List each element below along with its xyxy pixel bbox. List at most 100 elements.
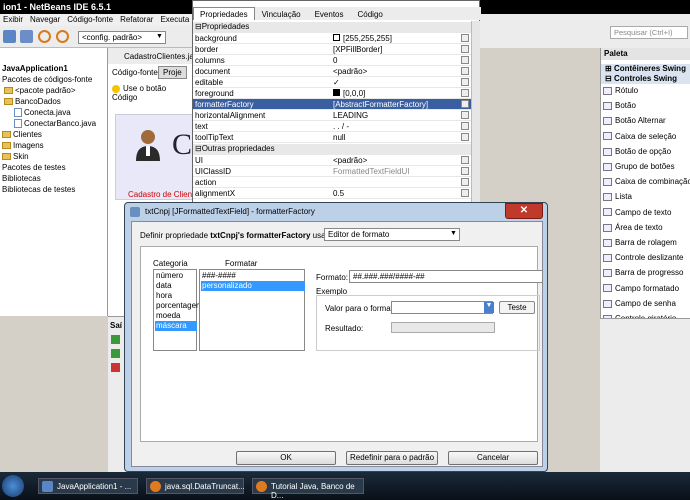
define-property-label: Definir propriedade txtCnpj's formatterF… [140,231,341,240]
list-item[interactable]: moeda [155,311,197,321]
output-tab[interactable]: Saí [110,321,122,330]
taskbar-item-netbeans[interactable]: JavaApplication1 - ... [38,478,138,494]
section-propriedades[interactable]: ⊟Propriedades [193,22,471,33]
tab-design[interactable]: Proje [158,66,187,79]
palette-item[interactable]: Campo formatado [603,284,690,296]
menu-navegar[interactable]: Navegar [30,15,60,25]
tab-vinculacao[interactable]: Vinculação [255,7,308,20]
taskbar-item-firefox-2[interactable]: Tutorial Java, Banco de D... [252,478,364,500]
redo-icon[interactable] [56,30,69,43]
palette-item[interactable]: Barra de progresso [603,268,690,280]
tree-test-libraries[interactable]: Bibliotecas de testes [2,185,75,196]
prop-row-selected[interactable]: formatterFactory [AbstractFormatterFactor… [193,99,471,110]
project-icon[interactable] [3,30,16,43]
search-input[interactable]: Pesquisar (Ctrl+I) [610,26,688,39]
properties-tabs: Propriedades Vinculação Eventos Código [193,7,481,20]
palette-section-controls[interactable]: ⊟ Controles Swing [601,74,690,84]
menu-refatorar[interactable]: Refatorar [120,15,153,25]
prop-row[interactable]: UI <padrão> [193,155,471,166]
palette-item[interactable]: Caixa de seleção [603,132,690,144]
value-combo[interactable] [391,301,493,314]
list-item[interactable]: número [155,271,197,281]
chevron-down-icon[interactable]: ▼ [484,302,494,313]
editor-hint: Use o botão Código [112,84,167,102]
file-tab[interactable]: CadastroClientes.java [124,52,202,61]
tree-default-package[interactable]: <pacote padrão> [4,86,76,97]
prop-row[interactable]: editable ✓ [193,77,471,88]
palette-item[interactable]: Botão de opção [603,147,690,159]
taskbar-item-firefox-1[interactable]: java.sql.DataTruncat... [146,478,245,494]
tree-conectarbanco-java[interactable]: ConectarBanco.java [14,119,96,130]
list-item[interactable]: hora [155,291,197,301]
section-outras[interactable]: ⊟Outras propriedades [193,144,471,155]
palette-item[interactable]: Campo de texto [603,208,690,220]
list-item[interactable]: porcentagem [155,301,203,311]
prop-row[interactable]: action [193,177,471,188]
tab-eventos[interactable]: Eventos [308,7,351,20]
prop-row[interactable]: columns 0 [193,55,471,66]
tree-clientes[interactable]: Clientes [2,130,42,141]
menu-executar[interactable]: Executa [160,15,189,25]
close-button[interactable]: ✕ [505,203,543,219]
palette-item[interactable]: Botão [603,101,690,113]
palette-item[interactable]: Barra de rolagem [603,238,690,250]
prop-row[interactable]: background [255,255,255] [193,33,471,44]
ide-menubar: Exibir Navegar Código-fonte Refatorar Ex… [0,14,195,26]
tab-source[interactable]: Código-fonte [112,68,158,77]
folder-icon [2,153,11,161]
project-panel: JavaApplication1 Pacotes de códigos-font… [0,48,108,316]
run-icon[interactable] [111,335,120,344]
tree-libraries[interactable]: Bibliotecas [2,174,41,185]
prop-row[interactable]: border [XPFillBorder] [193,44,471,55]
tree-conecta-java[interactable]: Conecta.java [14,108,71,119]
tree-test-packages[interactable]: Pacotes de testes [2,163,66,174]
palette-item[interactable]: Grupo de botões [603,162,690,174]
palette-item[interactable]: Caixa de combinação [603,177,690,189]
properties-scrollbar[interactable] [471,21,480,205]
palette-item[interactable]: Área de texto [603,223,690,235]
test-button[interactable]: Teste [499,301,535,314]
tree-skin[interactable]: Skin [2,152,29,163]
start-button[interactable] [2,475,24,497]
rerun-icon[interactable] [111,349,120,358]
palette-item[interactable]: Controle deslizante [603,253,690,265]
list-item-selected[interactable]: máscara [155,321,197,331]
prop-row[interactable]: document <padrão> [193,66,471,77]
tree-project-root[interactable]: JavaApplication1 [2,64,68,75]
tab-propriedades[interactable]: Propriedades [193,7,255,20]
prop-row[interactable]: UIClassID FormattedTextFieldUI [193,166,471,177]
format-field[interactable]: ##.###.###/####-## [349,270,543,283]
menu-exibir[interactable]: Exibir [3,15,23,25]
prop-row[interactable]: foreground [0,0,0] [193,88,471,99]
palette-item[interactable]: Botão Alternar [603,116,690,128]
palette-section-containers[interactable]: ⊞ Contêineres Swing [601,64,690,74]
cancel-button[interactable]: Cancelar [448,451,538,465]
ok-button[interactable]: OK [236,451,336,465]
list-item[interactable]: ###-#### [201,271,305,281]
list-item-selected[interactable]: personalizado [201,281,305,291]
list-item[interactable]: data [155,281,197,291]
tab-codigo[interactable]: Código [351,7,390,20]
prop-row[interactable]: alignmentX 0.5 [193,188,471,199]
format-list[interactable]: ###-#### personalizado [199,269,305,351]
menu-codigo-fonte[interactable]: Código-fonte [67,15,113,25]
palette-item[interactable]: Rótulo [603,86,690,98]
stop-icon[interactable] [111,363,120,372]
tree-source-packages[interactable]: Pacotes de códigos-fonte [2,75,92,86]
prop-row[interactable]: text. . / - [193,121,471,132]
category-list[interactable]: número data hora porcentagem moeda másca… [153,269,203,351]
category-label: Categoria [153,259,188,268]
component-icon [603,162,612,171]
editor-combo[interactable]: Editor de formato ▼ [324,228,460,241]
config-combo[interactable]: <config. padrão> ▼ [78,31,166,44]
prop-row[interactable]: horizontalAlignment LEADING [193,110,471,121]
palette-item[interactable]: Campo de senha [603,299,690,311]
undo-icon[interactable] [38,30,51,43]
reset-default-button[interactable]: Redefinir para o padrão [346,451,438,465]
checkbox[interactable]: ✓ [333,78,340,87]
save-all-icon[interactable] [20,30,33,43]
tree-imagens[interactable]: Imagens [2,141,44,152]
tree-bancodados[interactable]: BancoDados [4,97,61,108]
palette-item[interactable]: Lista [603,192,690,204]
prop-row[interactable]: toolTipText null [193,132,471,143]
